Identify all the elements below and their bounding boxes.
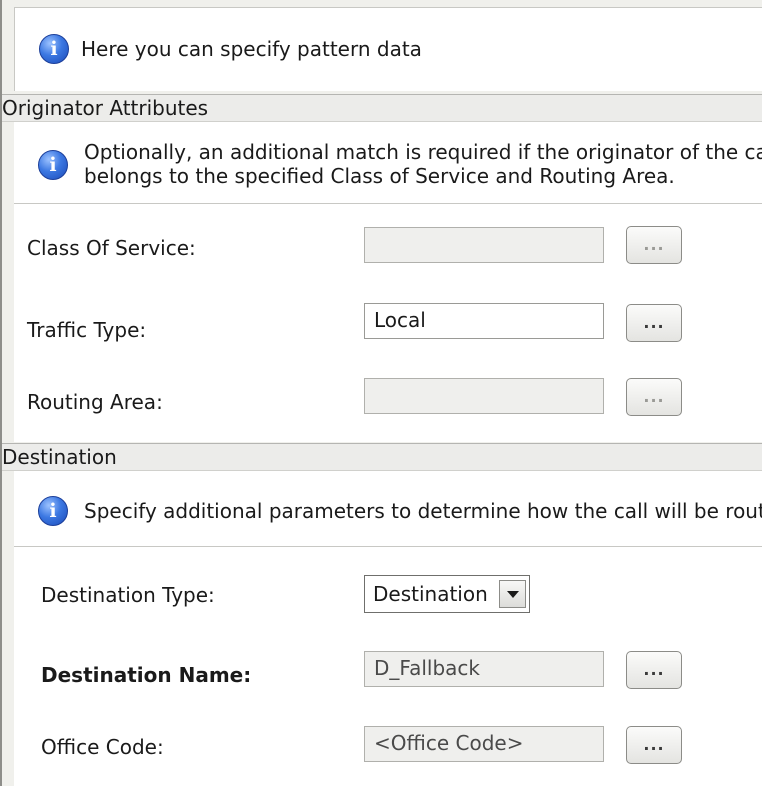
routing-area-browse-button[interactable]: ... — [626, 378, 682, 416]
info-icon: i — [39, 34, 69, 64]
destination-name-label: Destination Name: — [41, 663, 252, 687]
office-code-label: Office Code: — [41, 735, 164, 759]
destination-type-selected: Destination — [373, 582, 488, 606]
destination-info-text: Specify additional parameters to determi… — [84, 499, 762, 523]
chevron-down-icon[interactable] — [499, 580, 526, 608]
destination-name-browse-button[interactable]: ... — [626, 651, 682, 689]
pattern-info-banner: i Here you can specify pattern data — [14, 7, 762, 91]
originator-info: i Optionally, an additional match is req… — [14, 122, 762, 204]
class-of-service-browse-button[interactable]: ... — [626, 226, 682, 264]
info-icon: i — [38, 150, 68, 180]
destination-type-label: Destination Type: — [41, 583, 215, 607]
destination-panel: i Specify additional parameters to deter… — [14, 471, 762, 786]
office-code-browse-button[interactable]: ... — [626, 726, 682, 764]
pattern-info-text: Here you can specify pattern data — [81, 37, 422, 61]
info-icon: i — [38, 496, 68, 526]
originator-attributes-header: Originator Attributes — [2, 94, 762, 122]
originator-info-line1: Optionally, an additional match is requi… — [84, 140, 762, 164]
destination-header: Destination — [2, 443, 762, 471]
destination-name-field[interactable]: D_Fallback — [364, 651, 604, 687]
originator-info-line2: belongs to the specified Class of Servic… — [84, 164, 675, 188]
traffic-type-browse-button[interactable]: ... — [626, 304, 682, 342]
destination-type-select[interactable]: Destination — [364, 575, 530, 613]
pattern-form: i Here you can specify pattern data Orig… — [0, 0, 762, 786]
traffic-type-field[interactable]: Local — [364, 303, 604, 339]
destination-info: i Specify additional parameters to deter… — [14, 471, 762, 547]
traffic-type-label: Traffic Type: — [27, 318, 147, 342]
originator-panel: i Optionally, an additional match is req… — [14, 122, 762, 442]
office-code-field[interactable]: <Office Code> — [364, 726, 604, 762]
routing-area-field[interactable] — [364, 378, 604, 414]
routing-area-label: Routing Area: — [27, 390, 163, 414]
class-of-service-label: Class Of Service: — [27, 236, 196, 260]
class-of-service-field[interactable] — [364, 227, 604, 263]
